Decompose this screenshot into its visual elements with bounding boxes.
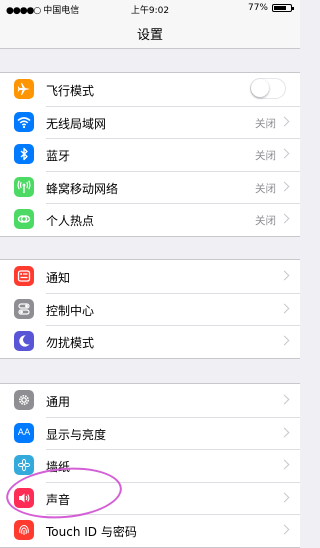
settings-row-control-center[interactable]: 控制中心 bbox=[0, 292, 300, 326]
settings-row-label: 蓝牙 bbox=[46, 149, 71, 164]
settings-row-label: 无线局域网 bbox=[46, 116, 107, 131]
settings-group-general: 通用 AA 显示与亮度 墙纸 声音 Touch ID 与密码 bbox=[0, 383, 300, 548]
chevron-right-icon bbox=[279, 524, 290, 535]
settings-row-label: 勿扰模式 bbox=[46, 336, 95, 351]
settings-row-touch-id-passcode[interactable]: Touch ID 与密码 bbox=[0, 514, 300, 547]
chevron-right-icon bbox=[279, 213, 290, 224]
chevron-right-icon bbox=[279, 335, 290, 346]
battery-fill bbox=[274, 6, 287, 10]
notifications-icon bbox=[14, 266, 34, 286]
status-bar: ●●●●○ 中国电信 上午9:02 77% bbox=[0, 0, 300, 16]
gear-icon bbox=[14, 390, 34, 410]
settings-group-notifications: 通知 控制中心 勿扰模式 bbox=[0, 259, 300, 359]
settings-row-label: 个人热点 bbox=[46, 214, 95, 229]
chevron-right-icon bbox=[279, 181, 290, 192]
settings-row-value: 关闭 bbox=[255, 215, 276, 228]
settings-row-label: 声音 bbox=[46, 492, 71, 507]
settings-row-airplane-mode[interactable]: 飞行模式 bbox=[0, 73, 300, 106]
cellular-icon bbox=[14, 176, 34, 197]
chevron-right-icon bbox=[279, 492, 290, 503]
settings-row-bluetooth[interactable]: 蓝牙 关闭 bbox=[0, 138, 300, 171]
navigation-bar: 设置 bbox=[0, 16, 300, 49]
settings-row-general[interactable]: 通用 bbox=[0, 384, 300, 417]
page-title: 设置 bbox=[136, 28, 163, 43]
settings-row-label: 显示与亮度 bbox=[46, 427, 107, 442]
chevron-right-icon bbox=[279, 116, 290, 127]
chevron-right-icon bbox=[279, 459, 290, 470]
settings-row-label: 墙纸 bbox=[46, 460, 71, 475]
settings-row-do-not-disturb[interactable]: 勿扰模式 bbox=[0, 325, 300, 358]
sound-icon bbox=[14, 487, 34, 508]
chevron-right-icon bbox=[279, 270, 290, 281]
settings-row-sounds[interactable]: 声音 bbox=[0, 481, 300, 515]
settings-row-label: 控制中心 bbox=[46, 303, 95, 318]
settings-row-label: 蜂窝移动网络 bbox=[46, 181, 119, 196]
settings-row-label: 飞行模式 bbox=[46, 84, 95, 98]
settings-row-display-brightness[interactable]: AA 显示与亮度 bbox=[0, 416, 300, 450]
settings-row-notifications[interactable]: 通知 bbox=[0, 260, 300, 293]
settings-row-label: Touch ID 与密码 bbox=[46, 525, 137, 540]
chevron-right-icon bbox=[279, 303, 290, 314]
moon-icon bbox=[14, 331, 34, 352]
control-center-icon bbox=[14, 298, 34, 319]
chevron-right-icon bbox=[279, 394, 290, 405]
display-brightness-icon: AA bbox=[14, 422, 34, 443]
settings-row-personal-hotspot[interactable]: 个人热点 关闭 bbox=[0, 203, 300, 236]
airplane-mode-toggle[interactable] bbox=[250, 78, 286, 99]
settings-row-wifi[interactable]: 无线局域网 关闭 bbox=[0, 105, 300, 139]
settings-row-cellular[interactable]: 蜂窝移动网络 关闭 bbox=[0, 170, 300, 204]
chevron-right-icon bbox=[279, 148, 290, 159]
wifi-icon bbox=[14, 111, 34, 132]
bluetooth-icon bbox=[14, 144, 34, 165]
battery-icon bbox=[272, 4, 294, 12]
settings-row-wallpaper[interactable]: 墙纸 bbox=[0, 449, 300, 482]
fingerprint-icon bbox=[14, 520, 34, 541]
hotspot-icon bbox=[14, 209, 34, 230]
wallpaper-icon bbox=[14, 455, 34, 476]
settings-row-value: 关闭 bbox=[255, 182, 276, 195]
airplane-icon bbox=[14, 79, 34, 99]
battery-percent: 77% bbox=[247, 3, 268, 13]
settings-row-value: 关闭 bbox=[255, 150, 276, 163]
chevron-right-icon bbox=[279, 427, 290, 438]
settings-row-label: 通知 bbox=[46, 271, 71, 285]
settings-row-label: 通用 bbox=[46, 395, 71, 409]
settings-group-connectivity: 飞行模式 无线局域网 关闭 蓝牙 关闭 蜂窝移动网络 关闭 个人热点 关闭 bbox=[0, 72, 300, 237]
settings-row-value: 关闭 bbox=[255, 117, 276, 130]
icon-text: AA bbox=[17, 427, 31, 438]
